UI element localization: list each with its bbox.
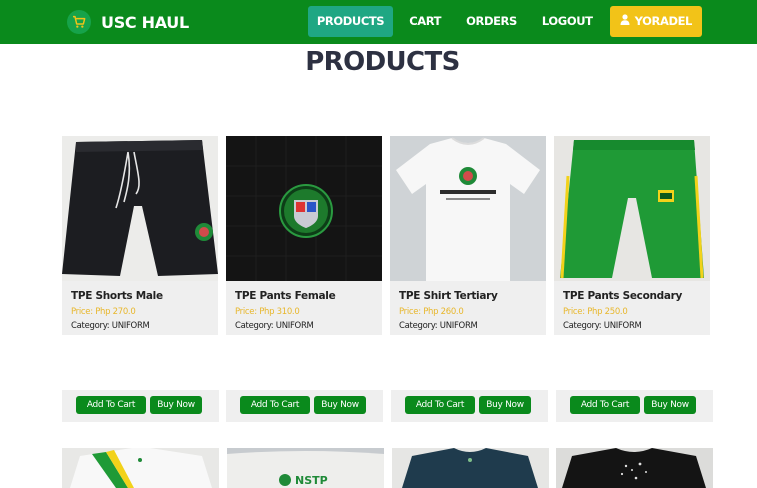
brand[interactable]: USC HAUL <box>67 10 189 34</box>
product-price: Price: Php 270.0 <box>71 307 136 317</box>
product-price: Price: Php 310.0 <box>235 307 300 317</box>
product-image[interactable] <box>390 136 546 281</box>
nav-logout[interactable]: LOGOUT <box>533 6 602 37</box>
nstp-print: NSTP <box>295 474 328 487</box>
add-to-cart-button[interactable]: Add To Cart <box>240 396 310 414</box>
product-card: TPE Pants Female Price: Php 310.0 Catego… <box>226 136 382 336</box>
product-actions: Add To Cart Buy Now <box>226 390 383 422</box>
nav-orders[interactable]: ORDERS <box>457 6 526 37</box>
nav-user[interactable]: YORADEL <box>609 6 702 37</box>
brand-name: USC HAUL <box>101 12 189 32</box>
product-info: TPE Shorts Male Price: Php 270.0 Categor… <box>62 281 218 335</box>
product-category: Category: UNIFORM <box>235 321 314 331</box>
product-name[interactable]: TPE Pants Secondary <box>563 290 682 302</box>
product-name[interactable]: TPE Pants Female <box>235 290 336 302</box>
buy-now-button[interactable]: Buy Now <box>479 396 531 414</box>
product-image[interactable] <box>226 136 382 281</box>
nav-cart[interactable]: CART <box>400 6 450 37</box>
product-price: Price: Php 260.0 <box>399 307 464 317</box>
product-actions: Add To Cart Buy Now <box>556 390 713 422</box>
nav-links: PRODUCTS CART ORDERS LOGOUT YORADEL <box>301 6 702 37</box>
user-name: YORADEL <box>634 14 693 28</box>
product-category: Category: UNIFORM <box>71 321 150 331</box>
buy-now-button[interactable]: Buy Now <box>644 396 696 414</box>
product-card: TPE Shorts Male Price: Php 270.0 Categor… <box>62 136 218 336</box>
add-to-cart-button[interactable]: Add To Cart <box>76 396 146 414</box>
product-image[interactable] <box>554 136 710 281</box>
product-category: Category: UNIFORM <box>399 321 478 331</box>
nav-products[interactable]: PRODUCTS <box>307 6 394 37</box>
product-image[interactable] <box>392 448 549 488</box>
product-info: TPE Pants Female Price: Php 310.0 Catego… <box>226 281 382 335</box>
product-actions: Add To Cart Buy Now <box>62 390 219 422</box>
product-price: Price: Php 250.0 <box>563 307 628 317</box>
product-info: TPE Shirt Tertiary Price: Php 260.0 Cate… <box>390 281 546 335</box>
product-card: TPE Pants Secondary Price: Php 250.0 Cat… <box>554 136 710 336</box>
product-name[interactable]: TPE Shirt Tertiary <box>399 290 498 302</box>
product-image[interactable] <box>62 448 219 488</box>
add-to-cart-button[interactable]: Add To Cart <box>570 396 640 414</box>
page-title: PRODUCTS <box>305 47 460 77</box>
product-category: Category: UNIFORM <box>563 321 642 331</box>
product-image[interactable] <box>62 136 218 281</box>
product-image[interactable] <box>556 448 713 488</box>
product-info: TPE Pants Secondary Price: Php 250.0 Cat… <box>554 281 710 335</box>
add-to-cart-button[interactable]: Add To Cart <box>405 396 475 414</box>
user-icon <box>620 6 630 37</box>
product-actions: Add To Cart Buy Now <box>391 390 548 422</box>
buy-now-button[interactable]: Buy Now <box>314 396 366 414</box>
product-card: TPE Shirt Tertiary Price: Php 260.0 Cate… <box>390 136 546 336</box>
product-image[interactable]: NSTP <box>227 448 384 488</box>
buy-now-button[interactable]: Buy Now <box>150 396 202 414</box>
navbar: USC HAUL PRODUCTS CART ORDERS LOGOUT YOR… <box>0 0 757 44</box>
product-name[interactable]: TPE Shorts Male <box>71 290 163 302</box>
shopping-cart-icon <box>67 10 91 34</box>
